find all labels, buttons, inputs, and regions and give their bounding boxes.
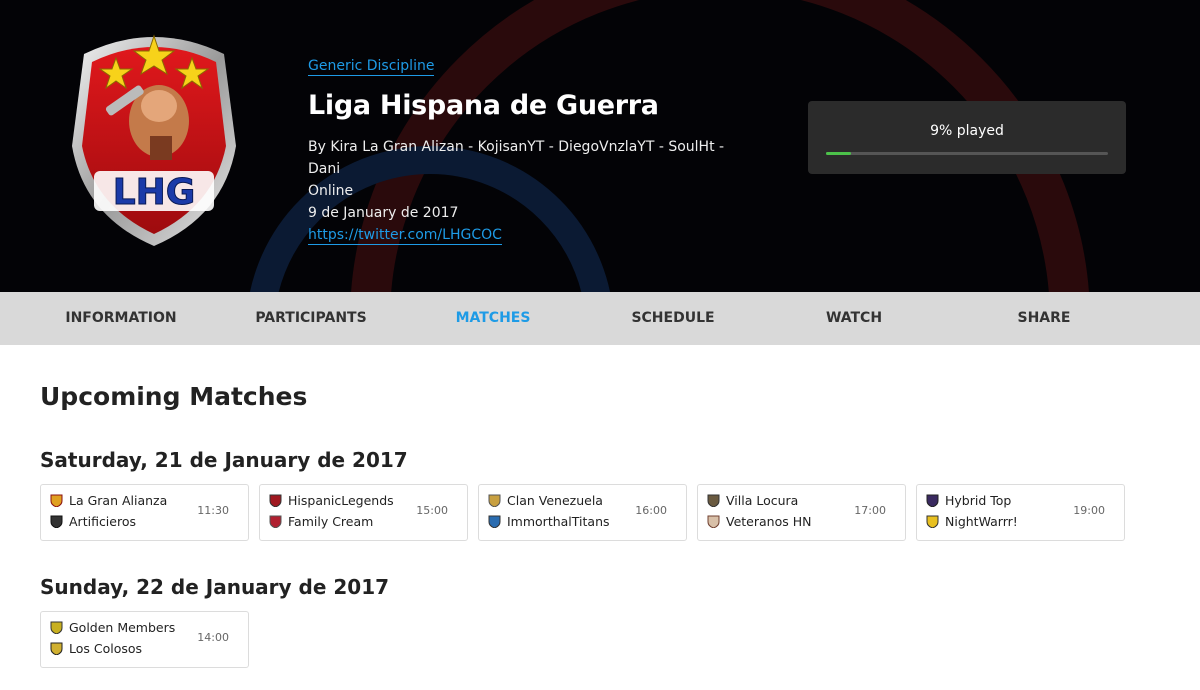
progress-card: 9% played	[808, 101, 1126, 174]
tournament-header: LHG Generic Discipline Liga Hispana de G…	[0, 0, 1200, 292]
match-time: 19:00	[1073, 504, 1105, 517]
team-name: Golden Members	[69, 620, 176, 635]
progress-track	[826, 152, 1108, 155]
match-team-2: Veteranos HN	[707, 514, 811, 529]
day-heading: Sunday, 22 de January de 2017	[40, 575, 390, 599]
tab-matches[interactable]: MATCHES	[404, 292, 582, 345]
match-time: 17:00	[854, 504, 886, 517]
clan-badge-icon	[50, 621, 63, 634]
team-name: Clan Venezuela	[507, 493, 603, 508]
tournament-date: 9 de January de 2017	[308, 205, 459, 221]
match-card[interactable]: La Gran Alianza Artificieros 11:30	[40, 484, 249, 541]
team-name: Family Cream	[288, 514, 374, 529]
match-team-2: ImmorthalTitans	[488, 514, 610, 529]
clan-badge-icon	[50, 515, 63, 528]
organizers-line-2: Online	[308, 183, 354, 199]
tab-schedule[interactable]: SCHEDULE	[584, 292, 762, 345]
clan-badge-icon	[926, 494, 939, 507]
match-team-1: La Gran Alianza	[50, 493, 167, 508]
match-card[interactable]: HispanicLegends Family Cream 15:00	[259, 484, 468, 541]
tab-watch[interactable]: WATCH	[765, 292, 943, 345]
match-team-1: HispanicLegends	[269, 493, 394, 508]
tab-information[interactable]: INFORMATION	[32, 292, 210, 345]
match-time: 11:30	[197, 504, 229, 517]
team-name: Villa Locura	[726, 493, 799, 508]
match-team-2: Family Cream	[269, 514, 373, 529]
clan-badge-icon	[488, 494, 501, 507]
clan-badge-icon	[50, 494, 63, 507]
progress-label: 9% played	[930, 123, 1004, 139]
match-team-1: Villa Locura	[707, 493, 798, 508]
discipline-link[interactable]: Generic Discipline	[308, 57, 435, 76]
tournament-meta: By Kira La Gran Alizan - KojisanYT - Die…	[308, 136, 758, 246]
match-time: 16:00	[635, 504, 667, 517]
match-team-2: Artificieros	[50, 514, 136, 529]
team-name: Los Colosos	[69, 641, 143, 656]
match-card[interactable]: Clan Venezuela ImmorthalTitans 16:00	[478, 484, 687, 541]
tournament-info: Generic Discipline Liga Hispana de Guerr…	[308, 55, 758, 246]
match-time: 15:00	[416, 504, 448, 517]
match-team-1: Clan Venezuela	[488, 493, 603, 508]
team-name: ImmorthalTitans	[507, 514, 610, 529]
team-name: La Gran Alianza	[69, 493, 168, 508]
progress-fill	[826, 152, 852, 155]
clan-badge-icon	[269, 515, 282, 528]
team-name: NightWarrr!	[945, 514, 1018, 529]
svg-text:LHG: LHG	[113, 172, 196, 213]
day-heading: Saturday, 21 de January de 2017	[40, 448, 408, 472]
team-name: Artificieros	[69, 514, 136, 529]
match-team-1: Hybrid Top	[926, 493, 1011, 508]
match-card[interactable]: Golden Members Los Colosos 14:00	[40, 611, 249, 668]
section-title: Upcoming Matches	[40, 382, 308, 411]
team-name: Hybrid Top	[945, 493, 1012, 508]
match-time: 14:00	[197, 631, 229, 644]
tournament-logo: LHG	[72, 34, 236, 246]
tournament-title: Liga Hispana de Guerra	[308, 90, 659, 121]
clan-badge-icon	[707, 494, 720, 507]
tab-share[interactable]: SHARE	[955, 292, 1133, 345]
match-team-1: Golden Members	[50, 620, 175, 635]
team-name: HispanicLegends	[288, 493, 394, 508]
organizers-line-1: By Kira La Gran Alizan - KojisanYT - Die…	[308, 139, 725, 177]
clan-badge-icon	[50, 642, 63, 655]
match-card[interactable]: Villa Locura Veteranos HN 17:00	[697, 484, 906, 541]
twitter-link[interactable]: https://twitter.com/LHGCOC	[308, 226, 502, 245]
tab-participants[interactable]: PARTICIPANTS	[222, 292, 400, 345]
clan-badge-icon	[269, 494, 282, 507]
match-team-2: Los Colosos	[50, 641, 142, 656]
match-card[interactable]: Hybrid Top NightWarrr! 19:00	[916, 484, 1125, 541]
clan-badge-icon	[707, 515, 720, 528]
team-name: Veteranos HN	[726, 514, 812, 529]
tournament-nav: INFORMATION PARTICIPANTS MATCHES SCHEDUL…	[0, 292, 1200, 345]
clan-badge-icon	[926, 515, 939, 528]
clan-badge-icon	[488, 515, 501, 528]
match-team-2: NightWarrr!	[926, 514, 1018, 529]
